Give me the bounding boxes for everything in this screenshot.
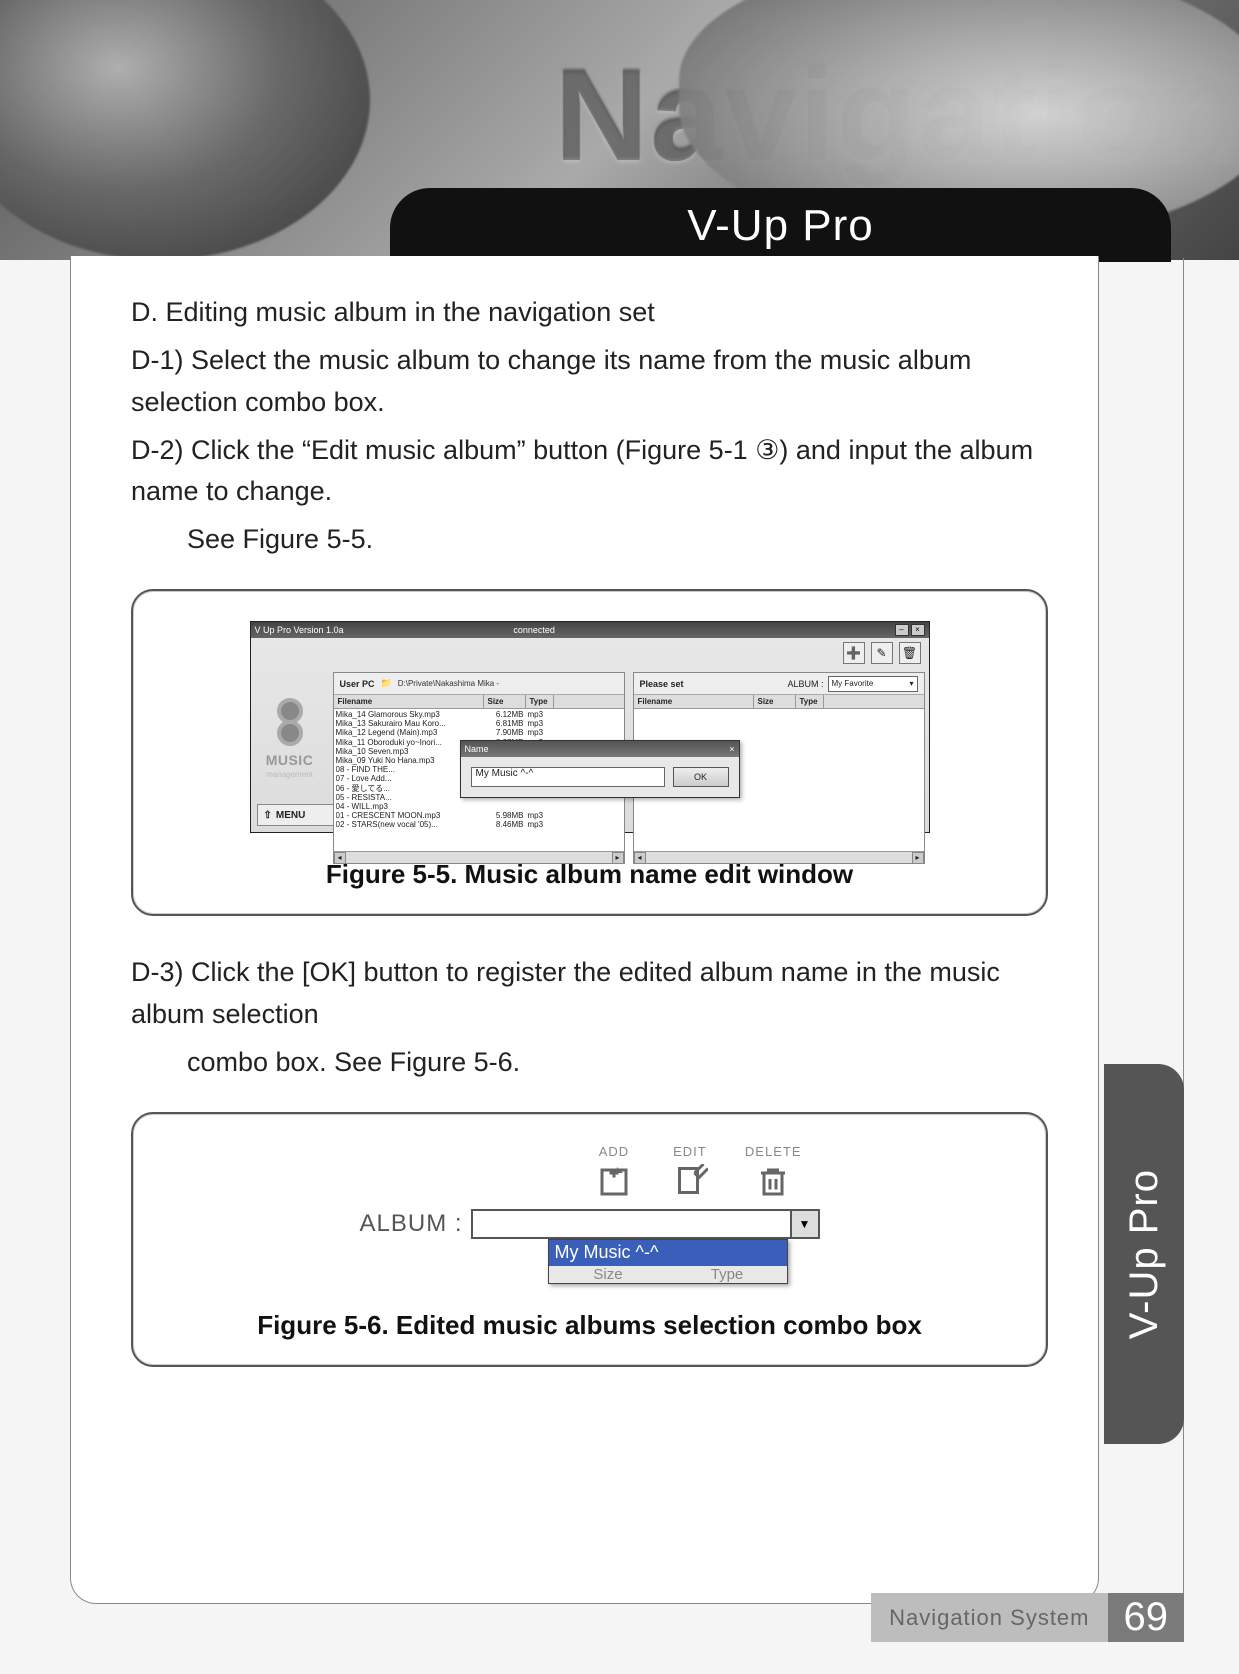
step-d3-b: combo box. See Figure 5-6. bbox=[131, 1042, 1048, 1084]
figure-5-5-box: V Up Pro Version 1.0a connected – × ➕ ✎ … bbox=[131, 589, 1048, 916]
add-icon bbox=[593, 1161, 635, 1203]
trash-icon bbox=[752, 1161, 794, 1203]
footer-label: Navigation System bbox=[871, 1593, 1107, 1642]
page-footer: Navigation System 69 bbox=[871, 1593, 1184, 1642]
add-icon[interactable]: ➕ bbox=[843, 642, 865, 664]
name-dialog: Name × My Music ^-^ OK bbox=[460, 740, 740, 798]
scroll-right-button[interactable]: ▸ bbox=[912, 852, 924, 864]
album-combo[interactable]: My Favorite▾ bbox=[828, 676, 918, 692]
col-size-ghost: Size bbox=[549, 1266, 668, 1283]
dialog-close-icon[interactable]: × bbox=[729, 744, 734, 754]
album-combo-field[interactable]: ▼ bbox=[471, 1209, 820, 1239]
col-type-ghost: Type bbox=[668, 1266, 787, 1283]
step-d3-a: D-3) Click the [OK] button to register t… bbox=[131, 952, 1048, 1036]
right-columns: Filename Size Type bbox=[634, 695, 924, 709]
album-dropdown: My Music ^-^ Size Type bbox=[548, 1239, 788, 1284]
edit-icon bbox=[669, 1161, 711, 1203]
side-tab-label: V-Up Pro bbox=[1122, 1169, 1167, 1339]
add-button[interactable]: ADD bbox=[593, 1144, 635, 1203]
step-d: D. Editing music album in the navigation… bbox=[131, 292, 1048, 334]
chevron-down-icon[interactable]: ▼ bbox=[790, 1211, 818, 1237]
content-panel: D. Editing music album in the navigation… bbox=[70, 256, 1099, 1604]
edit-button[interactable]: EDIT bbox=[669, 1144, 711, 1203]
right-pane-label: Please set bbox=[640, 679, 684, 689]
menu-icon: ⇧ bbox=[264, 810, 272, 821]
album-label: ALBUM : bbox=[787, 679, 823, 689]
album-dropdown-item[interactable]: My Music ^-^ bbox=[549, 1240, 787, 1266]
screenshot-combo-box: ADD EDIT DELETE bbox=[360, 1144, 820, 1284]
logo-mgmt: management bbox=[266, 770, 313, 779]
side-tab: V-Up Pro bbox=[1104, 1064, 1184, 1444]
section-tab: V-Up Pro bbox=[390, 188, 1171, 258]
figure-5-6-caption: Figure 5-6. Edited music albums selectio… bbox=[163, 1310, 1016, 1341]
app-logo: MUSIC management bbox=[251, 668, 329, 868]
delete-icon[interactable]: 🗑 bbox=[899, 642, 921, 664]
left-pane-label: User PC bbox=[340, 679, 375, 689]
edit-icon[interactable]: ✎ bbox=[871, 642, 893, 664]
step-d1: D-1) Select the music album to change it… bbox=[131, 340, 1048, 424]
figure-5-6-box: ADD EDIT DELETE bbox=[131, 1112, 1048, 1367]
close-button[interactable]: × bbox=[911, 624, 925, 636]
dialog-ok-button[interactable]: OK bbox=[673, 767, 729, 787]
side-rule bbox=[1183, 258, 1184, 1642]
dialog-name-input[interactable]: My Music ^-^ bbox=[471, 767, 665, 787]
step-d2-a: D-2) Click the “Edit music album” button… bbox=[131, 430, 1048, 514]
page-number: 69 bbox=[1108, 1593, 1185, 1642]
app-status: connected bbox=[513, 625, 555, 635]
left-columns: Filename Size Type bbox=[334, 695, 624, 709]
left-path: D:\Private\Nakashima Mika - bbox=[398, 679, 499, 688]
screenshot-edit-window: V Up Pro Version 1.0a connected – × ➕ ✎ … bbox=[250, 621, 930, 833]
album-label: ALBUM : bbox=[360, 1210, 463, 1238]
section-tab-label: V-Up Pro bbox=[687, 201, 874, 251]
hero-title: Navigation bbox=[554, 40, 1239, 190]
delete-button[interactable]: DELETE bbox=[745, 1144, 802, 1203]
toolbar: ➕ ✎ 🗑 bbox=[251, 638, 929, 668]
app-titlebar: V Up Pro Version 1.0a connected – × bbox=[251, 622, 929, 638]
minimize-button[interactable]: – bbox=[895, 624, 909, 636]
logo-music: MUSIC bbox=[266, 752, 314, 768]
dialog-title: Name bbox=[465, 744, 489, 754]
app-title: V Up Pro Version 1.0a bbox=[255, 625, 344, 635]
step-d2-b: See Figure 5-5. bbox=[131, 519, 1048, 561]
